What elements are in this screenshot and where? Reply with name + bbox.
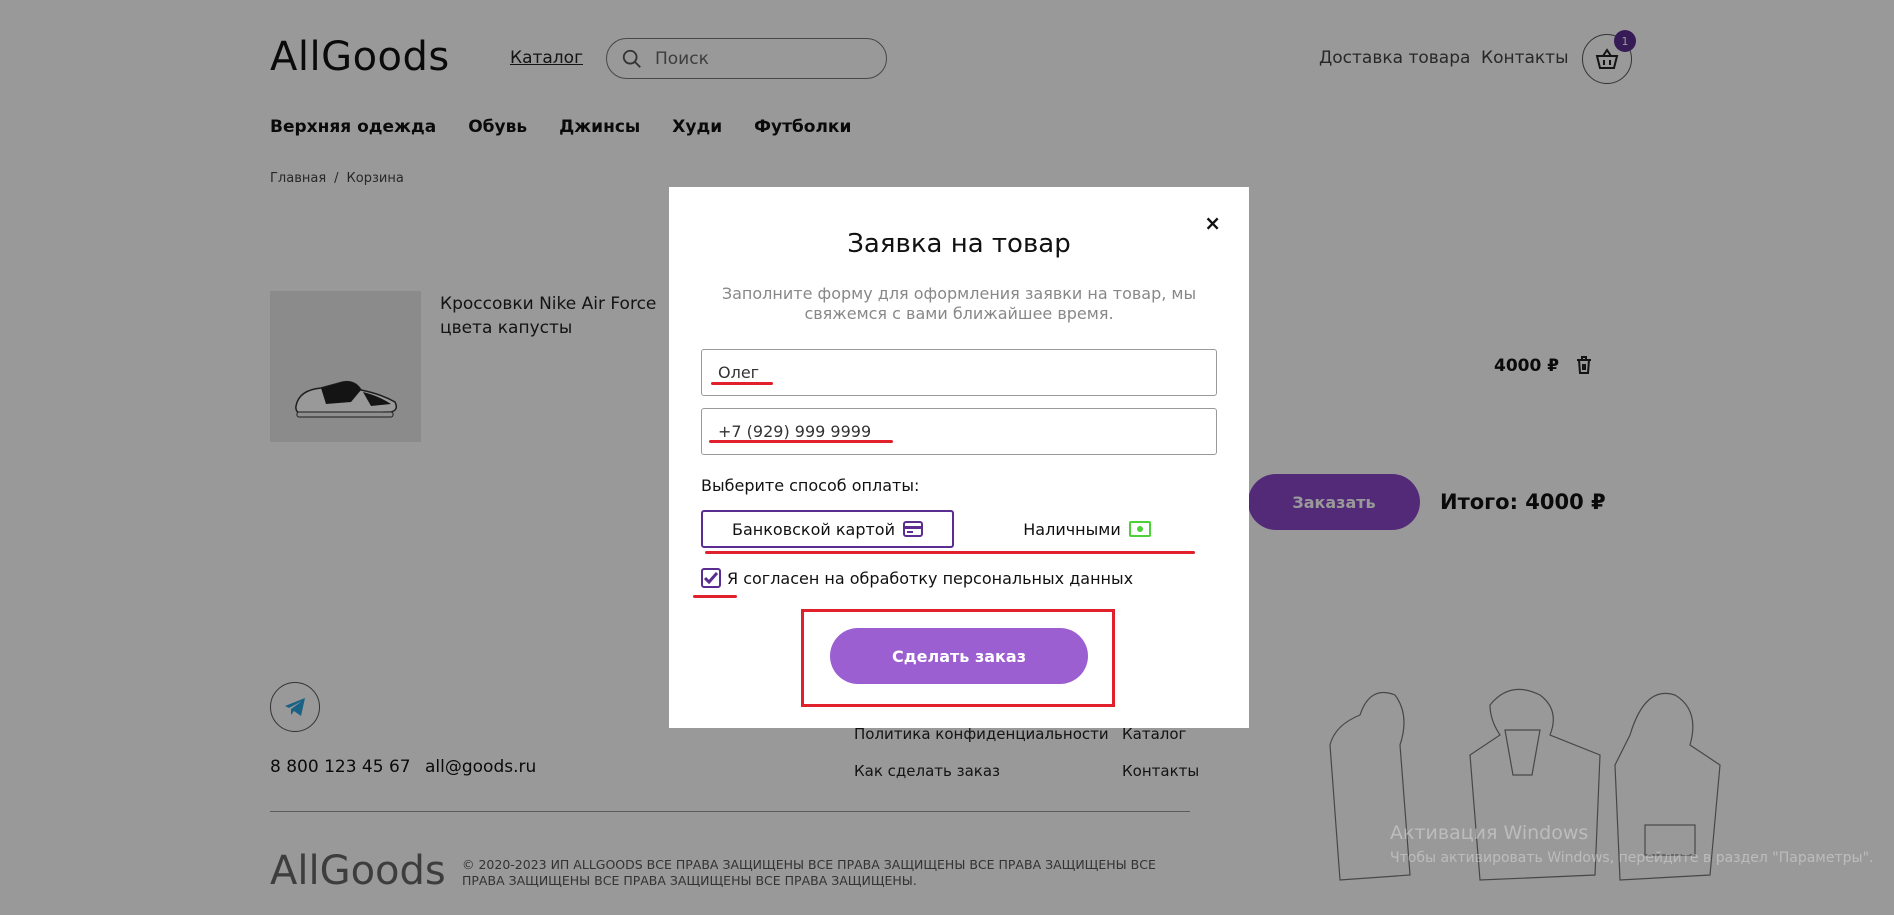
consent-checkbox[interactable] — [701, 568, 721, 588]
consent-row[interactable]: Я согласен на обработку персональных дан… — [701, 568, 1133, 588]
modal-title: Заявка на товар — [847, 229, 1071, 259]
phone-field[interactable] — [701, 408, 1217, 455]
pay-card-option[interactable]: Банковской картой — [701, 510, 954, 548]
windows-watermark-title: Активация Windows — [1390, 822, 1589, 844]
modal-subtitle: Заполните форму для оформления заявки на… — [721, 284, 1197, 323]
pay-card-label: Банковской картой — [732, 519, 895, 539]
page: AllGoods Каталог Доставка товара Контакт… — [0, 0, 1894, 915]
annotation-underline-consent — [693, 595, 737, 598]
windows-watermark-text: Чтобы активировать Windows, перейдите в … — [1390, 850, 1874, 866]
consent-label: Я согласен на обработку персональных дан… — [727, 568, 1134, 588]
pay-cash-option[interactable]: Наличными — [969, 510, 1205, 548]
credit-card-icon — [903, 521, 923, 537]
annotation-underline-phone — [709, 440, 893, 443]
cash-icon — [1128, 521, 1151, 537]
annotation-underline-name — [711, 382, 773, 385]
annotation-underline-payment — [705, 551, 1195, 554]
phone-input[interactable] — [718, 422, 1198, 441]
name-input[interactable] — [718, 363, 1198, 382]
check-icon — [704, 572, 718, 584]
pay-cash-label: Наличными — [1023, 519, 1121, 539]
annotation-box-submit — [801, 609, 1115, 707]
payment-label: Выберите способ оплаты: — [701, 476, 920, 495]
order-modal: × Заявка на товар Заполните форму для оф… — [669, 187, 1249, 728]
name-field[interactable] — [701, 349, 1217, 396]
